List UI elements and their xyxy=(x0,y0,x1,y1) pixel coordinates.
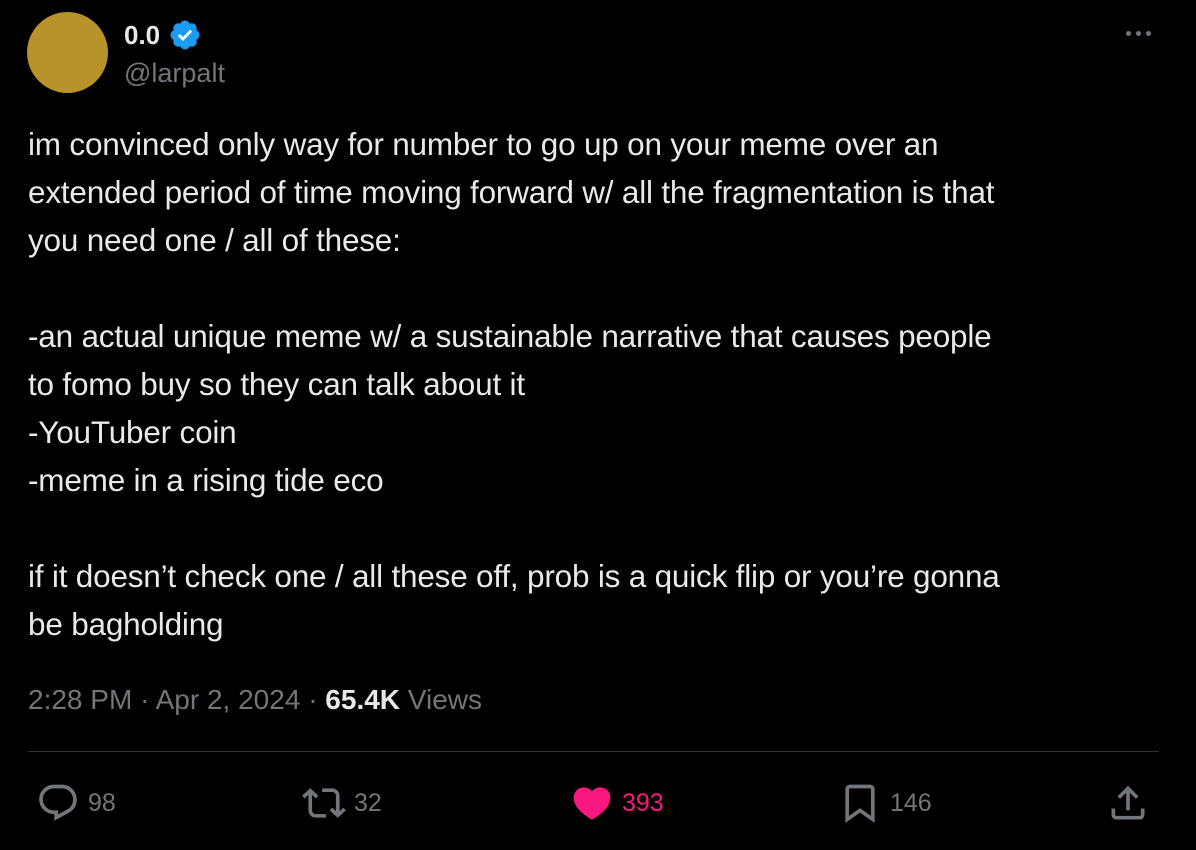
tweet-text: im convinced only way for number to go u… xyxy=(28,126,1000,642)
reply-count: 98 xyxy=(88,788,116,817)
share-button[interactable] xyxy=(1106,780,1150,826)
like-count: 393 xyxy=(622,788,664,817)
meta-separator: · xyxy=(308,684,318,715)
author-display-name[interactable]: 0.0 xyxy=(124,19,160,51)
repost-icon xyxy=(302,781,346,825)
author-handle[interactable]: @larpalt xyxy=(124,56,225,90)
meta-separator: · xyxy=(140,684,150,715)
bookmark-count: 146 xyxy=(890,788,932,817)
tweet-date[interactable]: Apr 2, 2024 xyxy=(156,684,301,715)
verified-badge-icon[interactable] xyxy=(168,18,202,52)
like-button[interactable]: 393 xyxy=(570,780,664,826)
tweet-time[interactable]: 2:28 PM xyxy=(28,684,132,715)
action-bar: 98 32 393 146 xyxy=(0,780,1196,826)
repost-button[interactable]: 32 xyxy=(302,780,382,826)
avatar[interactable] xyxy=(27,12,108,93)
tweet: 0.0 @larpalt im convinced only way for n… xyxy=(0,0,1196,850)
more-horizontal-icon[interactable] xyxy=(1120,18,1156,48)
heart-icon xyxy=(570,781,614,825)
share-icon xyxy=(1106,781,1150,825)
divider xyxy=(28,751,1159,752)
reply-button[interactable]: 98 xyxy=(36,780,116,826)
bookmark-button[interactable]: 146 xyxy=(838,780,932,826)
author-name-row: 0.0 xyxy=(124,18,202,52)
bookmark-icon xyxy=(838,781,882,825)
tweet-meta: 2:28 PM · Apr 2, 2024 · 65.4K Views xyxy=(28,680,482,720)
views-label: Views xyxy=(407,684,482,715)
repost-count: 32 xyxy=(354,788,382,817)
reply-icon xyxy=(36,781,80,825)
views-count[interactable]: 65.4K xyxy=(325,684,400,715)
